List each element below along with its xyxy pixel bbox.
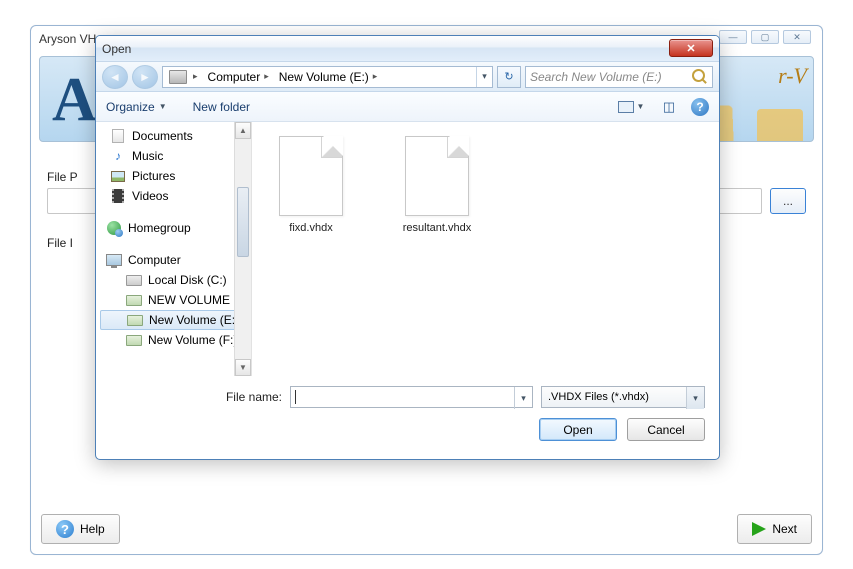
minimize-button[interactable]: — (719, 30, 747, 44)
computer-icon (106, 254, 122, 266)
picture-icon (111, 171, 125, 182)
navigation-pane: Documents ♪Music Pictures Videos Homegro… (96, 122, 252, 376)
file-item[interactable]: fixd.vhdx (268, 136, 354, 234)
file-name: fixd.vhdx (289, 222, 332, 234)
dialog-footer: File name: ▾ .VHDX Files (*.vhdx)▾ Open … (96, 376, 719, 453)
tree-music[interactable]: ♪Music (96, 146, 251, 166)
cancel-button[interactable]: Cancel (627, 418, 705, 441)
folder-icon (757, 109, 803, 142)
help-button[interactable]: ? Help (41, 514, 120, 544)
drive-icon (126, 275, 142, 286)
browse-button[interactable]: ... (770, 188, 806, 214)
document-icon (112, 129, 124, 143)
search-input[interactable]: Search New Volume (E:) (525, 66, 713, 88)
organize-menu[interactable]: Organize▼ (106, 100, 167, 114)
breadcrumb-volume[interactable]: New Volume (E:) (279, 70, 369, 84)
file-item[interactable]: resultant.vhdx (394, 136, 480, 234)
dialog-navrow: ◄ ► ▸ Computer▸ New Volume (E:)▸ ▾ ↻ Sea… (96, 62, 719, 92)
file-list[interactable]: fixd.vhdx resultant.vhdx (252, 122, 719, 376)
nav-back-button[interactable]: ◄ (102, 65, 128, 89)
open-dialog: Open ✕ ◄ ► ▸ Computer▸ New Volume (E:)▸ … (95, 35, 720, 460)
help-icon[interactable]: ? (691, 98, 709, 116)
dialog-content: Documents ♪Music Pictures Videos Homegro… (96, 122, 719, 376)
nav-scrollbar[interactable]: ▲ ▼ (234, 122, 251, 376)
dialog-close-button[interactable]: ✕ (669, 39, 713, 57)
tree-documents[interactable]: Documents (96, 126, 251, 146)
device-icon (169, 70, 187, 84)
dialog-titlebar[interactable]: Open ✕ (96, 36, 719, 62)
tree-computer[interactable]: Computer (96, 250, 251, 270)
banner-right-text: r-V (778, 63, 807, 89)
breadcrumb-computer[interactable]: Computer (208, 70, 261, 84)
next-label: Next (772, 522, 797, 536)
nav-forward-button[interactable]: ► (132, 65, 158, 89)
close-button[interactable]: ✕ (783, 30, 811, 44)
scroll-up-button[interactable]: ▲ (235, 122, 251, 139)
search-icon (692, 69, 708, 85)
dialog-title: Open (102, 42, 131, 56)
tree-local-c[interactable]: Local Disk (C:) (96, 270, 251, 290)
file-name: resultant.vhdx (403, 222, 471, 234)
filename-dropdown[interactable]: ▾ (514, 387, 532, 409)
search-placeholder: Search New Volume (E:) (530, 70, 662, 84)
drive-icon (126, 335, 142, 346)
tree-pictures[interactable]: Pictures (96, 166, 251, 186)
arrow-right-icon (752, 522, 766, 536)
preview-pane-button[interactable]: ◫ (657, 97, 681, 117)
tree-homegroup[interactable]: Homegroup (96, 218, 251, 238)
tree-volume-d[interactable]: NEW VOLUME (D (96, 290, 251, 310)
dialog-toolbar: Organize▼ New folder ▼ ◫ ? (96, 92, 719, 122)
filename-label: File name: (110, 390, 282, 404)
tree-volume-e[interactable]: New Volume (E:) (100, 310, 247, 330)
address-bar[interactable]: ▸ Computer▸ New Volume (E:)▸ ▾ (162, 66, 493, 88)
drive-icon (127, 315, 143, 326)
refresh-button[interactable]: ↻ (497, 66, 521, 88)
scroll-down-button[interactable]: ▼ (235, 359, 251, 376)
help-icon: ? (56, 520, 74, 538)
drive-icon (126, 295, 142, 306)
tree-volume-f[interactable]: New Volume (F:) (96, 330, 251, 350)
tree-videos[interactable]: Videos (96, 186, 251, 206)
address-dropdown[interactable]: ▾ (476, 67, 492, 87)
maximize-button[interactable]: ▢ (751, 30, 779, 44)
chevron-down-icon: ▾ (686, 387, 704, 409)
open-button[interactable]: Open (539, 418, 617, 441)
view-mode-button[interactable]: ▼ (615, 97, 647, 117)
video-icon (112, 189, 124, 203)
filetype-select[interactable]: .VHDX Files (*.vhdx)▾ (541, 386, 705, 408)
next-button[interactable]: Next (737, 514, 812, 544)
filename-input[interactable]: ▾ (290, 386, 533, 408)
help-label: Help (80, 522, 105, 536)
file-icon (405, 136, 469, 216)
file-icon (279, 136, 343, 216)
homegroup-icon (107, 221, 121, 235)
scroll-thumb[interactable] (237, 187, 249, 257)
window-controls: — ▢ ✕ (719, 30, 811, 44)
music-icon: ♪ (110, 149, 126, 163)
new-folder-button[interactable]: New folder (193, 100, 250, 114)
